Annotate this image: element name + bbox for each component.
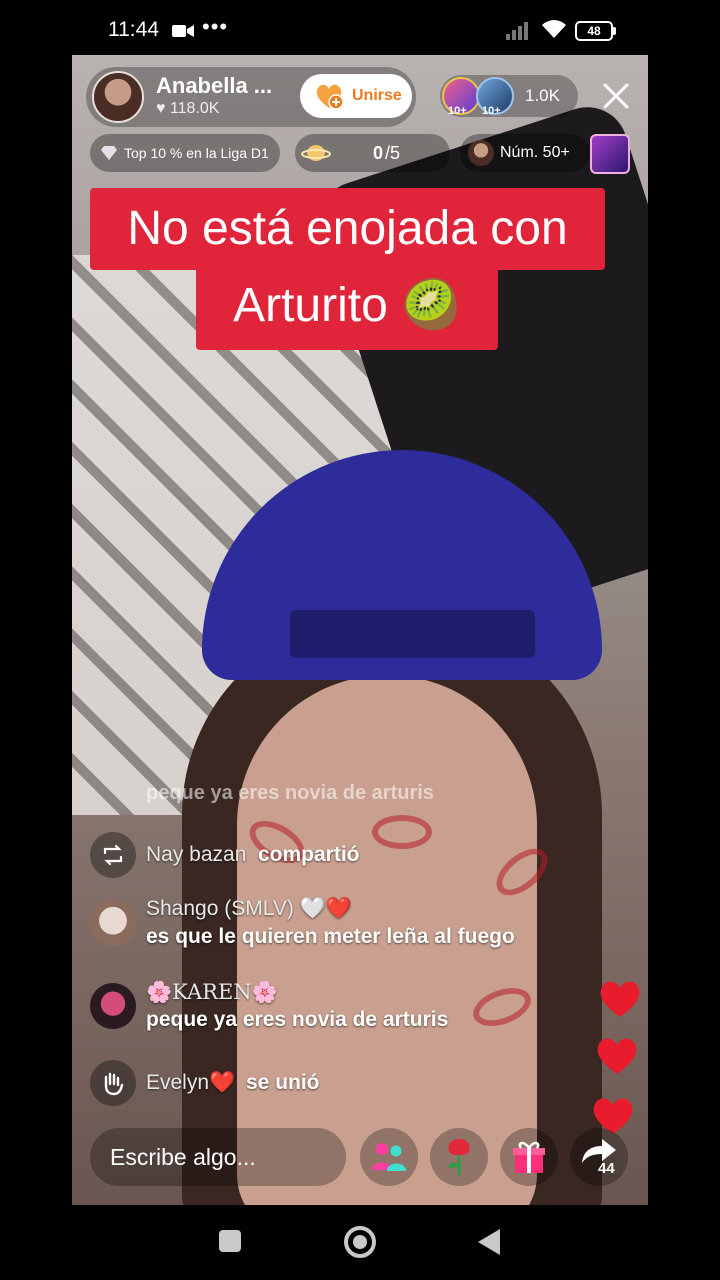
join-label: Unirse — [352, 87, 402, 104]
battery-icon: 48 — [575, 21, 613, 41]
repost-icon — [103, 844, 123, 866]
faded-comment: peque ya eres novia de arturis — [146, 782, 434, 804]
host-avatar[interactable] — [92, 71, 144, 123]
league-label: Top 10 % en la Liga D1 — [124, 145, 269, 161]
floating-heart-icon — [600, 981, 640, 1017]
goal-total: /5 — [385, 143, 401, 163]
viewer-count[interactable]: 1.0K — [525, 86, 560, 106]
commenter-avatar[interactable] — [90, 900, 136, 946]
join-button[interactable]: Unirse — [300, 74, 412, 118]
cap-strap — [290, 610, 535, 658]
share-user[interactable]: Nay bazan — [146, 843, 246, 867]
kiss-mark — [372, 815, 432, 849]
viewer-avatar[interactable]: 10+ — [442, 77, 480, 117]
waving-hand-icon — [104, 1072, 124, 1096]
rose-icon — [448, 1139, 470, 1175]
gift-button[interactable] — [500, 1128, 558, 1186]
caption-line-1: No está enojada con — [90, 188, 605, 270]
share-button[interactable] — [570, 1128, 628, 1186]
joined-action: se unió — [246, 1071, 320, 1094]
gift-icon — [513, 1141, 545, 1173]
diamond-icon — [101, 146, 117, 160]
share-icon-wrap — [90, 832, 136, 878]
status-bar: 11:44 ••• 48 — [0, 0, 720, 60]
heart-plus-icon — [316, 84, 344, 110]
commenter-avatar[interactable] — [90, 983, 136, 1029]
recent-apps-button[interactable] — [219, 1230, 241, 1252]
battery-tip — [613, 27, 616, 35]
host-name: Anabella ... — [156, 73, 273, 98]
share-action: compartió — [258, 843, 360, 866]
guests-button[interactable] — [360, 1128, 418, 1186]
back-button[interactable] — [478, 1229, 500, 1255]
comment-input[interactable]: Escribe algo... — [90, 1128, 346, 1186]
caption-line-2: Arturito 🥝 — [196, 266, 498, 350]
rank-avatar — [468, 140, 494, 166]
rank-label: Núm. 50+ — [500, 144, 570, 161]
signal-icon — [506, 22, 528, 40]
comment-text: peque ya eres novia de arturis — [146, 1008, 449, 1031]
commenter-name[interactable]: 🌸KAREN🌸 — [146, 980, 278, 1005]
joined-user[interactable]: Evelyn❤️ — [146, 1071, 235, 1095]
viewer-badge: 10+ — [482, 105, 501, 117]
goal-chip[interactable]: 0 /5 — [295, 134, 450, 172]
rose-gift-button[interactable] — [430, 1128, 488, 1186]
host-likes: ♥ 118.0K — [156, 100, 220, 117]
close-icon[interactable] — [600, 80, 632, 112]
home-button[interactable] — [344, 1226, 376, 1258]
share-count: 44 — [598, 1160, 615, 1177]
status-time: 11:44 — [108, 18, 159, 41]
league-chip[interactable]: Top 10 % en la Liga D1 — [90, 134, 280, 172]
event-thumbnail[interactable] — [590, 134, 630, 174]
comment-text: es que le quieren meter leña al fuego — [146, 925, 515, 948]
battery-level: 48 — [587, 24, 601, 38]
floating-heart-icon — [597, 1038, 637, 1074]
goal-done: 0 — [373, 143, 384, 163]
commenter-name[interactable]: Shango (SMLV) 🤍❤️ — [146, 897, 352, 921]
users-icon — [372, 1143, 406, 1171]
status-more-dots: ••• — [202, 14, 229, 39]
video-camera-icon — [172, 25, 194, 37]
wifi-icon — [542, 20, 566, 38]
planet-icon — [301, 145, 331, 161]
viewer-avatar[interactable]: 10+ — [476, 77, 514, 117]
viewer-badge: 10+ — [448, 105, 467, 117]
wave-icon-wrap — [90, 1060, 136, 1106]
rank-chip[interactable]: Núm. 50+ — [460, 134, 590, 172]
